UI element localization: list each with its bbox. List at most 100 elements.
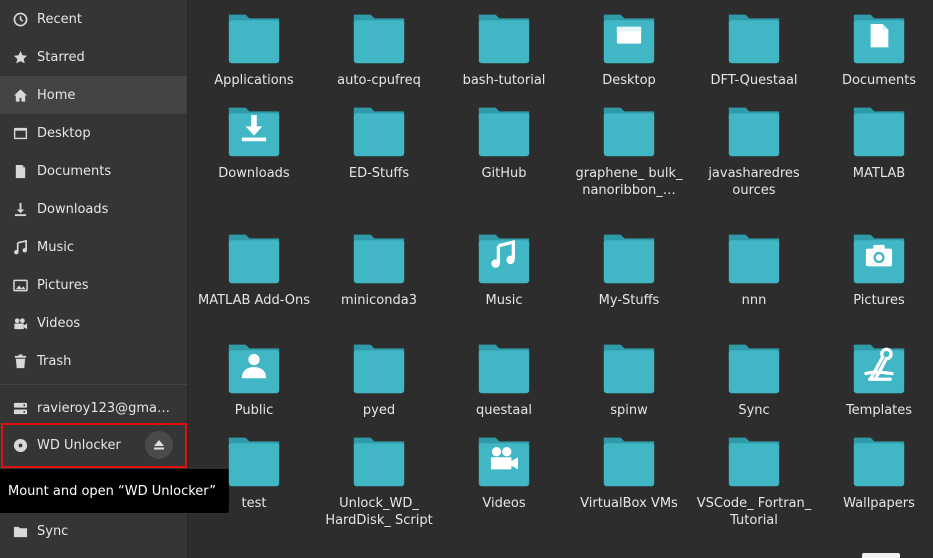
file-name: ED-Stuffs xyxy=(348,166,410,181)
file-item[interactable]: spinw xyxy=(567,340,691,419)
folder-icon xyxy=(351,103,407,159)
file-item[interactable]: ED-Stuffs xyxy=(317,103,441,182)
sidebar-item-documents[interactable]: Documents xyxy=(0,152,187,190)
folder-icon xyxy=(851,433,907,489)
file-item[interactable]: Sync xyxy=(692,340,816,419)
file-item[interactable]: Templates xyxy=(817,340,933,419)
sidebar-item-label: WD Unlocker xyxy=(37,437,121,453)
sidebar-item-label: Starred xyxy=(37,49,85,65)
file-item[interactable]: VirtualBox VMs xyxy=(567,433,691,512)
file-item[interactable]: My-Stuffs xyxy=(567,230,691,309)
server-icon xyxy=(12,400,28,416)
file-name: nnn xyxy=(741,293,767,308)
file-item[interactable]: Unlock_WD_ HardDisk_ Script xyxy=(317,433,441,529)
file-item[interactable]: Desktop xyxy=(567,10,691,89)
sidebar-item-label: Sync xyxy=(37,523,69,539)
sidebar-item-label: Downloads xyxy=(37,201,109,217)
file-item[interactable]: Downloads xyxy=(192,103,316,182)
file-name: Desktop xyxy=(602,73,656,88)
file-item[interactable]: Public xyxy=(192,340,316,419)
sidebar-item-sync[interactable]: Sync xyxy=(0,512,187,550)
file-item[interactable]: miniconda3 xyxy=(317,230,441,309)
sidebar-item-videos[interactable]: Videos xyxy=(0,304,187,342)
folder-icon xyxy=(726,230,782,286)
file-name: spinw xyxy=(610,403,648,418)
sidebar-item-trash[interactable]: Trash xyxy=(0,342,187,380)
file-name: Downloads xyxy=(218,166,290,181)
sidebar-item-label: Recent xyxy=(37,11,82,27)
sidebar-item-label: Pictures xyxy=(37,277,89,293)
file-name: MATLAB xyxy=(852,166,906,181)
file-item[interactable]: graphene_ bulk_ nanoribbon_… xyxy=(567,103,691,199)
file-item[interactable]: VSCode_ Fortran_ Tutorial xyxy=(692,433,816,529)
file-item[interactable]: Documents xyxy=(817,10,933,89)
file-item[interactable]: Videos xyxy=(442,433,566,512)
file-name: graphene_ bulk_ nanoribbon_… xyxy=(575,166,683,198)
picture-icon xyxy=(12,277,28,293)
folder-icon xyxy=(12,523,28,539)
camera-folder-icon xyxy=(851,230,907,286)
folder-icon xyxy=(476,10,532,66)
document-folder-icon xyxy=(851,10,907,66)
file-name: Pictures xyxy=(853,293,905,308)
sidebar-item-label: ravieroy123@gma… xyxy=(37,400,171,416)
file-item[interactable]: pyed xyxy=(317,340,441,419)
sidebar-item-label: Desktop xyxy=(37,125,91,141)
music-icon xyxy=(12,239,28,255)
file-item[interactable]: MATLAB Add-Ons xyxy=(192,230,316,309)
eject-icon xyxy=(153,439,165,451)
folder-icon xyxy=(351,433,407,489)
folder-icon xyxy=(476,103,532,159)
file-name: auto-cpufreq xyxy=(337,73,421,88)
sidebar-item-label: Videos xyxy=(37,315,81,331)
folder-icon xyxy=(726,340,782,396)
sidebar-item-desktop[interactable]: Desktop xyxy=(0,114,187,152)
file-item[interactable]: Wallpapers xyxy=(817,433,933,512)
folder-icon xyxy=(351,10,407,66)
file-item[interactable]: GitHub xyxy=(442,103,566,182)
person-folder-icon xyxy=(226,340,282,396)
file-item[interactable]: test xyxy=(192,433,316,512)
file-item[interactable]: auto-cpufreq xyxy=(317,10,441,89)
file-item[interactable]: DFT-Questaal xyxy=(692,10,816,89)
file-name: Documents xyxy=(841,73,917,88)
file-item[interactable]: Pictures xyxy=(817,230,933,309)
file-name: javasharedres ources xyxy=(708,166,800,198)
sidebar-item-network-account[interactable]: ravieroy123@gma… xyxy=(0,389,187,427)
download-icon xyxy=(12,201,28,217)
sidebar-item-downloads[interactable]: Downloads xyxy=(0,190,187,228)
video-camera-folder-icon xyxy=(476,433,532,489)
folder-icon xyxy=(726,103,782,159)
sidebar-item-pictures[interactable]: Pictures xyxy=(0,266,187,304)
file-item[interactable]: Applications xyxy=(192,10,316,89)
folder-icon xyxy=(851,103,907,159)
download-folder-icon xyxy=(226,103,282,159)
file-name: VSCode_ Fortran_ Tutorial xyxy=(696,496,812,528)
sidebar-item-recent[interactable]: Recent xyxy=(0,0,187,38)
file-name: MATLAB Add-Ons xyxy=(198,293,310,308)
file-name: My-Stuffs xyxy=(598,293,660,308)
file-name: Templates xyxy=(845,403,913,418)
file-item[interactable]: nnn xyxy=(692,230,816,309)
file-item[interactable]: javasharedres ources xyxy=(692,103,816,199)
file-item[interactable]: MATLAB xyxy=(817,103,933,182)
sidebar-item-starred[interactable]: Starred xyxy=(0,38,187,76)
folder-icon xyxy=(726,433,782,489)
folder-icon xyxy=(226,433,282,489)
file-item[interactable]: bash-tutorial xyxy=(442,10,566,89)
sidebar-item-music[interactable]: Music xyxy=(0,228,187,266)
folder-icon xyxy=(351,230,407,286)
file-name: Music xyxy=(485,293,523,308)
folder-icon xyxy=(226,10,282,66)
file-item[interactable]: questaal xyxy=(442,340,566,419)
sidebar-item-home[interactable]: Home xyxy=(0,76,187,114)
partial-item xyxy=(862,553,900,558)
sidebar-item-wd-unlocker[interactable]: WD Unlocker xyxy=(0,426,187,464)
file-item[interactable]: Music xyxy=(442,230,566,309)
sidebar-item-label: Music xyxy=(37,239,74,255)
star-icon xyxy=(12,49,28,65)
file-name: VirtualBox VMs xyxy=(580,496,678,511)
sidebar-item-label: Home xyxy=(37,87,76,103)
sidebar-separator xyxy=(0,384,187,385)
eject-button[interactable] xyxy=(145,431,173,459)
